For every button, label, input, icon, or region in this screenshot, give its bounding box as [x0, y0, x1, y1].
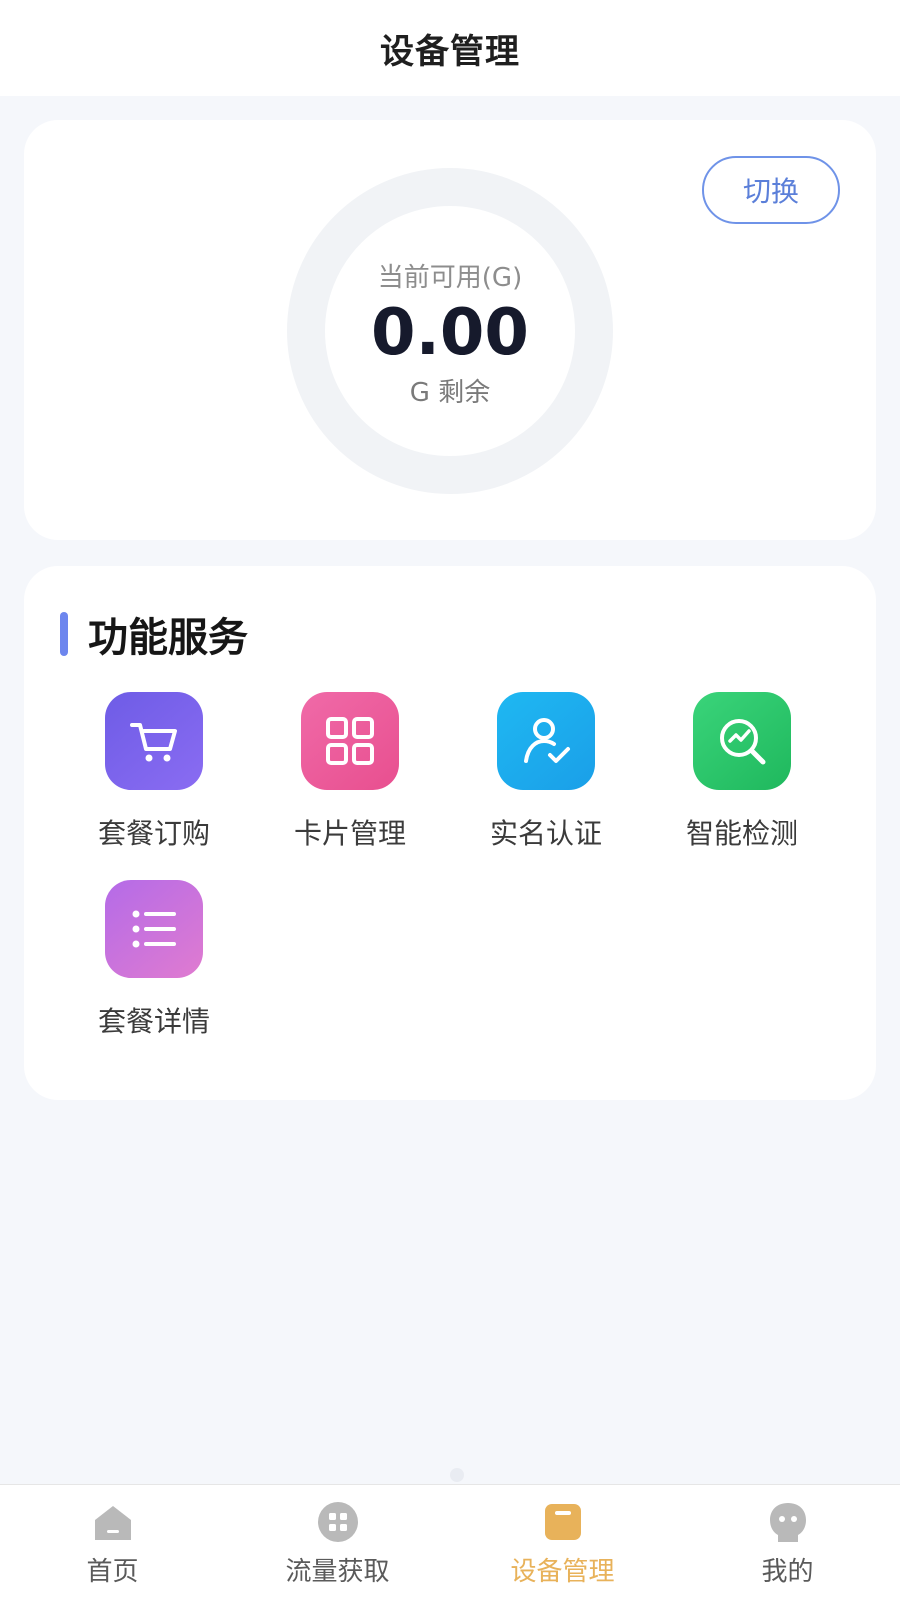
user-check-icon [497, 692, 595, 790]
tab-home[interactable]: 首页 [0, 1485, 225, 1600]
balance-card: 切换 当前可用(G) 0.00 G 剩余 [24, 120, 876, 540]
balance-unit: G 剩余 [409, 378, 491, 408]
tab-traffic[interactable]: 流量获取 [225, 1485, 450, 1600]
service-label: 实名认证 [489, 817, 602, 850]
tab-label: 设备管理 [510, 1557, 615, 1587]
page-indicator-dot [450, 1468, 464, 1482]
profile-icon [765, 1499, 811, 1545]
service-item-real-name-auth[interactable]: 实名认证 [448, 692, 644, 852]
service-label: 套餐详情 [97, 1005, 210, 1038]
bottom-tab-bar: 首页 流量获取 设备管理 我的 [0, 1484, 900, 1600]
service-item-card-management[interactable]: 卡片管理 [252, 692, 448, 852]
service-card: 功能服务 套餐订购 卡片管理 实名认证 智能检测 套餐详情 [24, 566, 876, 1100]
device-icon [540, 1499, 586, 1545]
service-item-smart-detection[interactable]: 智能检测 [644, 692, 840, 852]
home-icon [90, 1499, 136, 1545]
page-title: 设备管理 [380, 31, 520, 72]
tab-device-management[interactable]: 设备管理 [450, 1485, 675, 1600]
section-accent-bar [60, 612, 68, 656]
balance-ring: 当前可用(G) 0.00 G 剩余 [287, 168, 613, 494]
grid-icon [301, 692, 399, 790]
service-item-package-details[interactable]: 套餐详情 [56, 880, 252, 1040]
switch-button[interactable]: 切换 [702, 156, 840, 224]
tab-label: 首页 [86, 1557, 139, 1587]
search-chart-icon [693, 692, 791, 790]
apps-icon [315, 1499, 361, 1545]
shopping-cart-icon [105, 692, 203, 790]
list-icon [105, 880, 203, 978]
service-label: 智能检测 [685, 817, 798, 850]
balance-label: 当前可用(G) [377, 263, 523, 293]
top-header: 设备管理 [0, 0, 900, 96]
service-item-package-order[interactable]: 套餐订购 [56, 692, 252, 852]
section-title: 功能服务 [88, 615, 248, 661]
service-label: 卡片管理 [293, 817, 406, 850]
balance-value: 0.00 [371, 296, 529, 370]
service-label: 套餐订购 [97, 817, 210, 850]
section-header: 功能服务 [60, 608, 248, 661]
tab-label: 流量获取 [285, 1557, 390, 1587]
tab-mine[interactable]: 我的 [675, 1485, 900, 1600]
app-screen: 设备管理 切换 当前可用(G) 0.00 G 剩余 功能服务 套餐订购 卡片管理… [0, 0, 900, 1600]
tab-label: 我的 [761, 1557, 814, 1587]
